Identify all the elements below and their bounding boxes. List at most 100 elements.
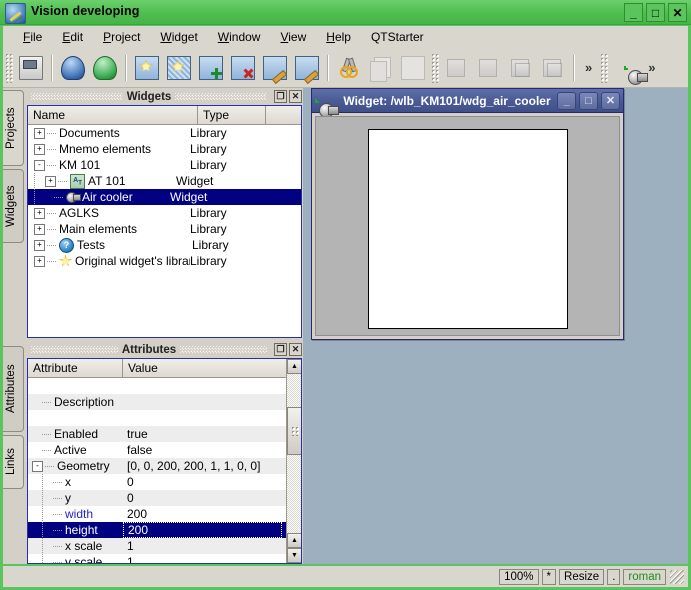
toolbar-grip[interactable] [431,53,439,83]
close-dock-button[interactable]: ✕ [289,343,302,356]
zoom-level[interactable]: 100% [499,569,538,585]
list-item[interactable]: y scale 1 [28,554,286,564]
new-widget-button[interactable] [132,53,162,83]
cut-button[interactable] [334,53,364,83]
attr-value[interactable]: 200 [123,507,147,521]
sidebar-tab-links[interactable]: Links [3,435,24,489]
table-row[interactable]: + Documents Library [28,125,301,141]
menu-qtstarter[interactable]: QTStarter [361,28,434,46]
maximize-button[interactable]: □ [646,3,665,22]
list-item[interactable]: Description [28,394,286,410]
table-row[interactable]: + Mnemo elements Library [28,141,301,157]
column-header-name[interactable]: Name [28,106,198,124]
dock-grip[interactable] [31,346,118,353]
menu-view[interactable]: View [270,28,316,46]
attr-value[interactable]: 1 [123,539,134,553]
table-row[interactable]: + Original widget's library Library [28,253,301,269]
column-header-value[interactable]: Value [123,359,286,377]
table-row[interactable]: Air cooler Widget [28,189,301,205]
menu-file[interactable]: File [13,28,52,46]
align-left-button[interactable] [442,53,472,83]
expander-icon[interactable]: - [32,461,43,472]
toolbar-grip[interactable] [600,53,608,83]
attr-value[interactable]: 0 [123,475,134,489]
column-header-type[interactable]: Type [198,106,266,124]
dock-grip[interactable] [180,346,267,353]
list-item[interactable]: width 200 [28,506,286,522]
close-button[interactable]: ✕ [668,3,687,22]
list-item[interactable]: x 0 [28,474,286,490]
close-dock-button[interactable]: ✕ [289,90,302,103]
list-item[interactable]: -Geometry [0, 0, 200, 200, 1, 1, 0, 0] [28,458,286,474]
expander-icon[interactable]: - [34,160,45,171]
menu-window[interactable]: Window [208,28,271,46]
attr-value-editor[interactable]: 200 [123,522,282,538]
table-row[interactable]: + ? Tests Library [28,237,301,253]
paste-button[interactable] [398,53,428,83]
scrollbar-thumb[interactable] [287,407,302,455]
toolbar-grip[interactable] [5,53,13,83]
expander-icon[interactable]: + [34,144,45,155]
list-item[interactable]: x scale 1 [28,538,286,554]
edit-mode[interactable]: Resize [559,569,604,585]
list-item[interactable]: height 200 [28,522,286,538]
scroll-down-button[interactable]: ▼ [287,548,302,563]
sidebar-tab-widgets[interactable]: Widgets [3,169,24,243]
widget-canvas-area[interactable] [315,116,620,336]
child-minimize-button[interactable]: _ [557,92,576,110]
child-maximize-button[interactable]: □ [579,92,598,110]
expander-icon[interactable]: + [34,224,45,235]
menu-edit[interactable]: Edit [52,28,93,46]
send-back-button[interactable] [538,53,568,83]
scroll-up-button[interactable]: ▲ [287,359,302,374]
air-cooler-tool-button[interactable] [611,53,641,83]
edit-widget-button[interactable] [260,53,290,83]
table-row[interactable]: + AT AT 101 Widget [28,173,301,189]
scroll-up-button-2[interactable]: ▲ [287,533,302,548]
bring-front-button[interactable] [506,53,536,83]
toolbar-overflow-button[interactable]: » [579,60,598,75]
properties-widget-button[interactable] [292,53,322,83]
menu-widget[interactable]: Widget [150,28,207,46]
list-item[interactable]: Enabled true [28,426,286,442]
list-item[interactable]: y 0 [28,490,286,506]
expander-icon[interactable]: + [34,240,45,251]
resize-grip[interactable] [670,570,684,584]
delete-widget-button[interactable] [228,53,258,83]
add-widget-button[interactable] [196,53,226,83]
attr-value[interactable]: [0, 0, 200, 200, 1, 1, 0, 0] [123,459,260,473]
column-header-attribute[interactable]: Attribute [28,359,123,377]
attr-value[interactable]: false [123,443,152,457]
expander-icon[interactable]: + [34,128,45,139]
sidebar-tab-attributes[interactable]: Attributes [3,346,24,432]
widget-canvas[interactable] [368,129,568,329]
minimize-button[interactable]: _ [624,3,643,22]
dock-grip[interactable] [31,93,123,100]
align-right-button[interactable] [474,53,504,83]
load-project-button[interactable] [58,53,88,83]
child-close-button[interactable]: ✕ [601,92,620,110]
new-library-button[interactable] [164,53,194,83]
sidebar-tab-projects[interactable]: Projects [3,90,24,166]
child-titlebar[interactable]: Widget: /wlb_KM101/wdg_air_cooler _ □ ✕ [312,89,623,113]
attr-value[interactable]: 1 [123,555,134,564]
row-name: Documents [59,126,190,140]
table-row[interactable]: - KM 101 Library [28,157,301,173]
copy-button[interactable] [366,53,396,83]
float-button[interactable]: ❐ [274,343,287,356]
attributes-scrollbar[interactable]: ▲ ▲ ▼ [286,359,301,563]
table-row[interactable]: + AGLKS Library [28,205,301,221]
expander-icon[interactable]: + [45,176,56,187]
save-project-button[interactable] [90,53,120,83]
attr-value[interactable]: 0 [123,491,134,505]
table-row[interactable]: + Main elements Library [28,221,301,237]
dock-grip[interactable] [175,93,267,100]
float-button[interactable]: ❐ [274,90,287,103]
attr-value[interactable]: true [123,427,148,441]
menu-help[interactable]: Help [316,28,361,46]
expander-icon[interactable]: + [34,256,45,267]
expander-icon[interactable]: + [34,208,45,219]
list-item[interactable]: Active false [28,442,286,458]
menu-project[interactable]: Project [93,28,150,46]
project-document-button[interactable] [16,53,46,83]
